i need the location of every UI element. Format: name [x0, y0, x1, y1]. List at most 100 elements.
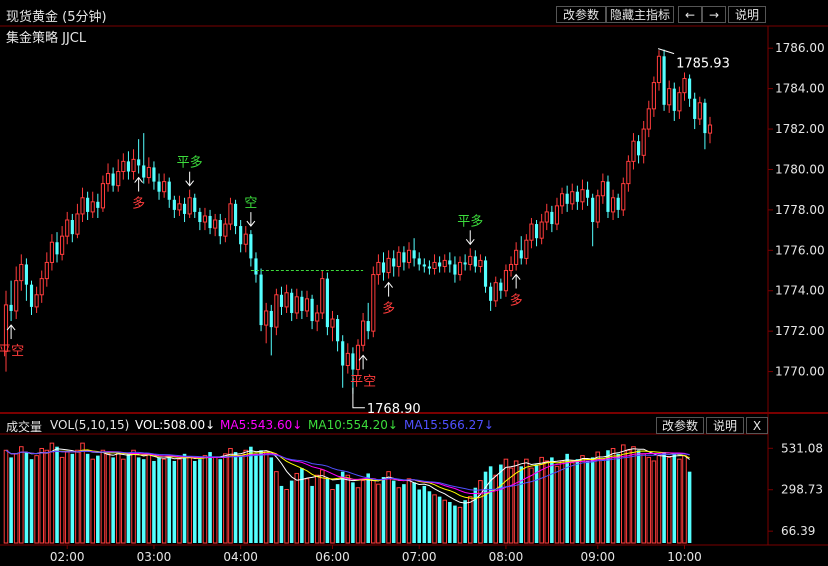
volume-bar-down — [585, 460, 590, 543]
volume-bar-up — [432, 494, 437, 544]
volume-bar-up — [360, 480, 366, 544]
candle-body-up — [600, 181, 605, 197]
volume-bar-up — [677, 458, 682, 544]
volume-bar-down — [366, 473, 370, 543]
candle-body-up — [508, 263, 514, 272]
signal-label: 平空 — [0, 344, 24, 359]
candle-body-down — [381, 262, 386, 273]
signal-label: 空 — [244, 196, 257, 211]
volume-close-button[interactable]: X — [746, 417, 768, 434]
candle-body-down — [519, 250, 523, 259]
signal-label: 多 — [132, 196, 145, 212]
candle-body-down — [438, 262, 442, 267]
volume-bar-down — [437, 496, 442, 543]
candle-body-up — [457, 261, 463, 276]
candle-body-down — [688, 78, 692, 99]
candle-body-up — [355, 344, 361, 371]
scroll-left-button[interactable]: ← — [678, 6, 702, 23]
price-tick-label: 1772.00 — [775, 324, 825, 338]
candle-body-down — [111, 173, 115, 186]
candle-body-up — [667, 88, 672, 106]
price-tick-label: 1784.00 — [775, 82, 825, 96]
candle-body-down — [453, 264, 457, 275]
volume-bar-down — [325, 478, 330, 543]
candle-body-down — [591, 197, 595, 223]
candle-body-up — [610, 197, 616, 213]
volume-bar-down — [550, 457, 554, 543]
volume-bar-down — [310, 485, 314, 543]
price-tick-label: 1778.00 — [775, 203, 825, 217]
volume-bar-down — [463, 500, 467, 543]
candle-body-up — [162, 181, 167, 193]
volume-bar-up — [386, 471, 391, 544]
time-tick-label: 06:00 — [315, 550, 350, 564]
volume-bar-up — [105, 453, 111, 544]
candle-body-up — [320, 278, 325, 314]
candle-body-up — [187, 197, 192, 215]
volume-bar-up — [223, 453, 228, 544]
volume-bar-up — [59, 456, 65, 544]
volume-bar-up — [34, 455, 39, 544]
candle-body-up — [529, 223, 534, 241]
volume-bar-up — [19, 446, 24, 544]
candle-body-up — [304, 298, 310, 312]
time-tick-label: 09:00 — [580, 550, 615, 564]
volume-bar-up — [90, 458, 96, 544]
volume-bar-up — [212, 456, 218, 544]
volume-bar-up — [595, 451, 601, 544]
volume-bar-down — [606, 450, 610, 543]
candle-body-up — [707, 124, 713, 134]
volume-bar-up — [631, 446, 636, 544]
candle-body-up — [116, 170, 121, 187]
volume-bar-up — [529, 467, 534, 544]
ma15-value: MA15:566.27↓ — [404, 418, 494, 432]
volume-layer — [3, 442, 692, 544]
candle-body-up — [65, 219, 70, 237]
volume-bar-up — [544, 460, 550, 544]
candle-body-down — [24, 264, 28, 285]
strategy-label: 集金策略 JJCL — [6, 31, 87, 46]
volume-change-params-button[interactable]: 改参数 — [656, 417, 704, 434]
candle-body-down — [218, 220, 222, 237]
candle-body-down — [55, 242, 59, 255]
candle-body-up — [105, 173, 111, 185]
scroll-right-button[interactable]: → — [702, 6, 726, 23]
candle-body-down — [249, 234, 253, 259]
volume-bar-down — [238, 455, 243, 543]
candle-body-up — [631, 140, 636, 162]
volume-bar-down — [473, 487, 478, 543]
candle-layer — [3, 49, 713, 394]
change-params-button[interactable]: 改参数 — [556, 6, 606, 23]
candle-body-up — [442, 259, 447, 267]
annotation-layer: 1785.931768.90平空多平多空平空多平多多 — [0, 48, 730, 417]
volume-bar-up — [620, 444, 626, 544]
volume-bar-down — [499, 464, 503, 543]
candle-body-down — [259, 274, 263, 326]
candle-body-down — [29, 284, 34, 307]
volume-bar-up — [457, 506, 463, 544]
volume-bar-down — [208, 452, 212, 543]
volume-bar-up — [371, 478, 376, 544]
candle-body-down — [157, 181, 161, 192]
candle-body-down — [336, 319, 340, 342]
candle-body-up — [406, 249, 412, 263]
low-marker-line — [352, 387, 365, 409]
volume-tick-label: 66.39 — [781, 524, 815, 538]
hide-main-indicator-button[interactable]: 隐藏主指标 — [606, 6, 674, 23]
volume-indicator: VOL(5,10,15) — [50, 418, 130, 432]
candle-body-up — [131, 158, 136, 172]
signal-label: 多 — [382, 301, 395, 317]
help-button[interactable]: 说明 — [728, 6, 766, 23]
volume-bar-up — [580, 455, 585, 544]
volume-bar-up — [406, 478, 412, 544]
candle-body-up — [432, 261, 437, 270]
volume-bar-down — [636, 450, 641, 543]
volume-bar-down — [453, 505, 457, 543]
candle-body-down — [269, 310, 273, 328]
candle-body-up — [361, 320, 366, 346]
volume-bar-down — [391, 480, 396, 543]
volume-help-button[interactable]: 说明 — [706, 417, 744, 434]
volume-bar-up — [121, 458, 126, 544]
volume-bar-up — [202, 455, 208, 544]
candle-body-down — [96, 201, 100, 208]
